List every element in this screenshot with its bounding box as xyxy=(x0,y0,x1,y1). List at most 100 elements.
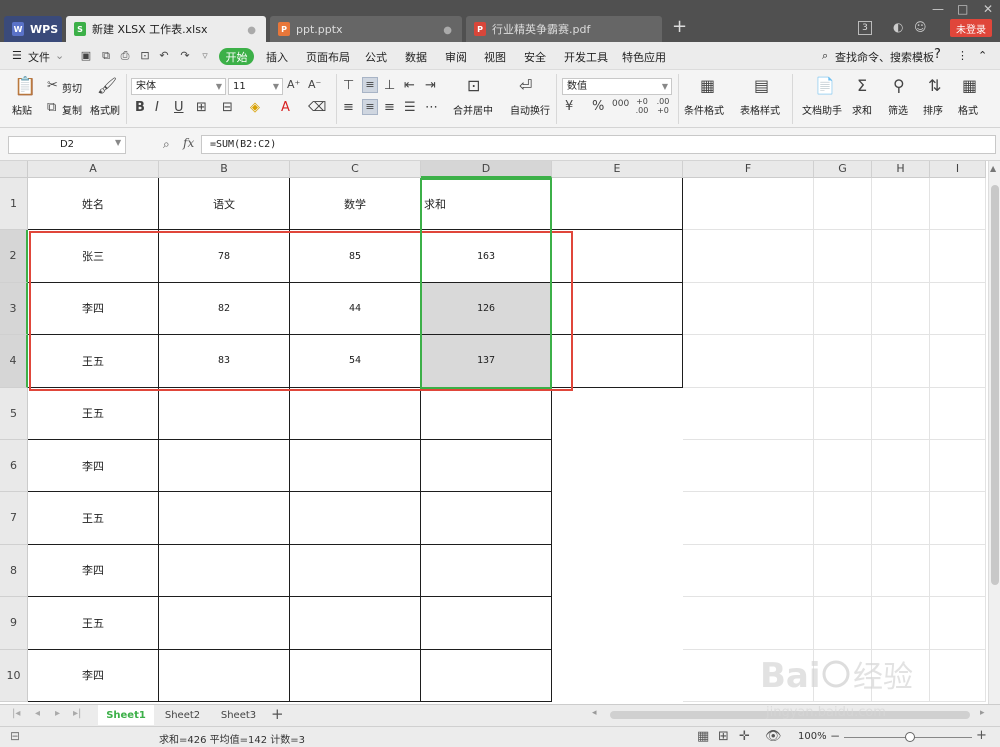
increase-decimal-button[interactable]: +0 .00 xyxy=(634,97,650,115)
bold-icon[interactable]: B xyxy=(135,100,145,115)
scroll-right-icon[interactable]: ▸ xyxy=(980,708,985,718)
vertical-scroll-thumb[interactable] xyxy=(991,185,999,585)
row-header-9[interactable]: 9 xyxy=(0,597,28,650)
cell-c3[interactable]: 44 xyxy=(290,282,421,336)
cell-c6[interactable] xyxy=(290,440,421,493)
scroll-up-icon[interactable]: ▲ xyxy=(990,164,996,173)
distribute-icon[interactable]: ⋯ xyxy=(425,100,438,115)
cell-e3[interactable] xyxy=(552,282,683,336)
menu-file[interactable]: 文件 xyxy=(28,49,50,65)
column-header-d[interactable]: D xyxy=(421,161,552,178)
cell-b5[interactable] xyxy=(159,387,290,440)
row-header-1[interactable]: 1 xyxy=(0,178,28,231)
tab-ppt[interactable]: P ppt.pptx ● xyxy=(270,16,462,42)
sheet-tab-2[interactable]: Sheet2 xyxy=(155,705,210,725)
more-icon[interactable]: ⋮ xyxy=(957,49,968,62)
horizontal-scroll-thumb[interactable] xyxy=(610,711,970,719)
zoom-slider-thumb[interactable] xyxy=(905,732,915,742)
align-right-icon[interactable]: ≡ xyxy=(384,100,395,115)
formula-input[interactable]: =SUM(B2:C2) xyxy=(201,135,996,154)
row-header-6[interactable]: 6 xyxy=(0,440,28,493)
sheet-tab-1[interactable]: Sheet1 xyxy=(98,705,154,725)
row-header-2[interactable]: 2 xyxy=(0,230,28,283)
number-format-select[interactable]: 数值 ▼ xyxy=(562,78,672,95)
wrap-text-button[interactable]: 自动换行 xyxy=(510,102,550,117)
cell-d6[interactable] xyxy=(421,440,552,493)
save-icon[interactable]: ▣ xyxy=(79,49,93,63)
cell-a7[interactable]: 王五 xyxy=(28,492,159,545)
chevron-down-icon[interactable]: ⌄ xyxy=(55,49,64,62)
decrease-font-icon[interactable]: A⁻ xyxy=(308,78,321,91)
conditional-format-button[interactable]: 条件格式 xyxy=(684,102,724,117)
eye-protect-icon[interactable]: 👁 xyxy=(765,729,782,744)
column-header-a[interactable]: A xyxy=(28,161,159,178)
command-search[interactable]: 查找命令、搜索模板 xyxy=(835,49,934,65)
table-style-button[interactable]: 表格样式 xyxy=(740,102,780,117)
row-header-10[interactable]: 10 xyxy=(0,649,28,702)
cell-e1[interactable] xyxy=(552,178,683,231)
currency-icon[interactable]: ¥ xyxy=(565,99,573,114)
tab-count-badge[interactable]: 3 xyxy=(858,21,872,35)
menu-security[interactable]: 安全 xyxy=(524,49,546,65)
increase-font-icon[interactable]: A⁺ xyxy=(287,78,300,91)
indent-decrease-icon[interactable]: ⇤ xyxy=(404,78,415,93)
cell-b9[interactable] xyxy=(159,597,290,650)
justify-icon[interactable]: ☰ xyxy=(404,100,416,115)
row-header-3[interactable]: 3 xyxy=(0,282,28,336)
format-painter-button[interactable]: 格式刷 xyxy=(90,102,120,117)
name-box[interactable]: D2 xyxy=(8,136,126,154)
filter-button[interactable]: 筛选 xyxy=(888,102,908,117)
menu-special[interactable]: 特色应用 xyxy=(622,49,666,65)
cell-b8[interactable] xyxy=(159,544,290,598)
cell-c2[interactable]: 85 xyxy=(290,230,421,283)
column-header-i[interactable]: I xyxy=(930,161,986,178)
collapse-ribbon-icon[interactable]: ⌃ xyxy=(978,49,987,62)
cell-d10[interactable] xyxy=(421,649,552,702)
font-name-select[interactable]: 宋体 ▼ xyxy=(131,78,226,95)
column-header-b[interactable]: B xyxy=(159,161,290,178)
fx-icon[interactable]: fx xyxy=(183,136,194,150)
cell-b10[interactable] xyxy=(159,649,290,702)
paste-icon[interactable]: 📋 xyxy=(14,76,36,97)
next-sheet-icon[interactable]: ▸ xyxy=(55,708,60,719)
customize-icon[interactable]: ▿ xyxy=(198,49,212,63)
thousands-button[interactable]: 000 xyxy=(612,99,629,109)
sheet-tab-3[interactable]: Sheet3 xyxy=(211,705,266,725)
print-preview-icon[interactable]: ⊡ xyxy=(138,49,152,63)
cell-c9[interactable] xyxy=(290,597,421,650)
cell-d4[interactable]: 137 xyxy=(421,335,552,388)
menu-formulas[interactable]: 公式 xyxy=(365,49,387,65)
macro-icon[interactable]: ⊟ xyxy=(10,729,20,743)
column-header-e[interactable]: E xyxy=(552,161,683,178)
border-icon[interactable]: ⊞ xyxy=(196,100,207,115)
font-color-icon[interactable]: A xyxy=(281,100,290,115)
menu-page-layout[interactable]: 页面布局 xyxy=(306,49,350,65)
cell-a2[interactable]: 张三 xyxy=(28,230,159,283)
zoom-out-icon[interactable]: − xyxy=(830,729,840,743)
cell-c7[interactable] xyxy=(290,492,421,545)
doc-helper-button[interactable]: 文档助手 xyxy=(802,102,842,117)
cell-a1[interactable]: 姓名 xyxy=(28,178,159,231)
tab-xlsx[interactable]: S 新建 XLSX 工作表.xlsx ● xyxy=(66,16,266,42)
minimize-icon[interactable]: — xyxy=(932,2,944,16)
export-icon[interactable]: ⧉ xyxy=(99,49,113,63)
font-size-select[interactable]: 11 ▼ xyxy=(228,78,283,95)
menu-view[interactable]: 视图 xyxy=(484,49,506,65)
row-header-8[interactable]: 8 xyxy=(0,544,28,598)
search-icon[interactable]: ⌕ xyxy=(822,49,828,63)
first-sheet-icon[interactable]: |◂ xyxy=(12,708,20,719)
cell-b2[interactable]: 78 xyxy=(159,230,290,283)
align-center-icon[interactable]: ≡ xyxy=(362,99,378,115)
format-button[interactable]: 格式 xyxy=(958,102,978,117)
cell-d1[interactable]: 求和 xyxy=(421,178,552,231)
tab-pdf[interactable]: P 行业精英争霸赛.pdf xyxy=(466,16,662,42)
add-sheet-icon[interactable]: + xyxy=(271,705,284,723)
tab-wps-home[interactable]: W WPS xyxy=(4,16,62,42)
cell-b1[interactable]: 语文 xyxy=(159,178,290,231)
cell-d2[interactable]: 163 xyxy=(421,230,552,283)
feedback-icon[interactable]: ☺ xyxy=(914,20,927,34)
hamburger-icon[interactable]: ☰ xyxy=(12,49,22,62)
column-header-h[interactable]: H xyxy=(872,161,930,178)
last-sheet-icon[interactable]: ▸| xyxy=(73,708,81,719)
cut-button[interactable]: 剪切 xyxy=(62,80,82,95)
